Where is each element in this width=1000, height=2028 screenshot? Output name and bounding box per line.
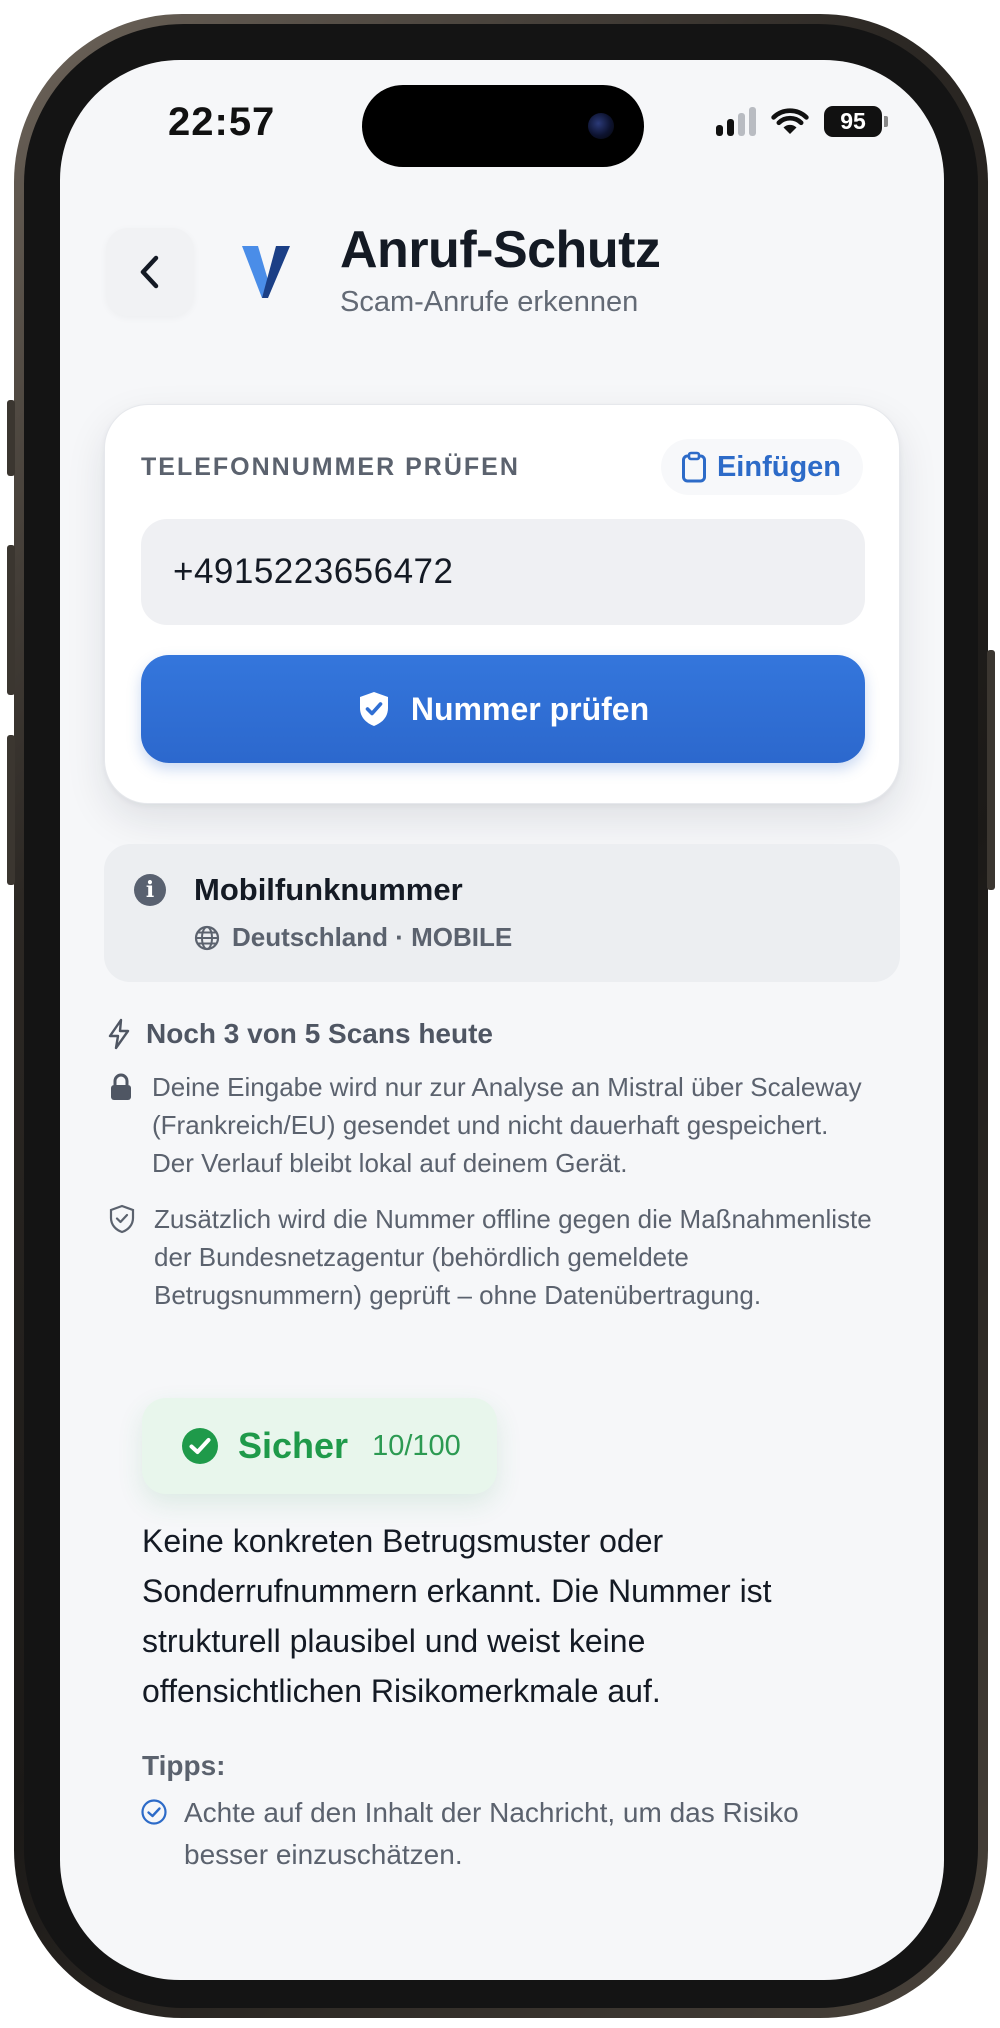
check-circle-outline-icon [141, 1799, 167, 1825]
scan-quota-text: Noch 3 von 5 Scans heute [146, 1018, 493, 1049]
volume-down-button [7, 735, 15, 885]
tip-item: Achte auf den Inhalt der Nachricht, um d… [140, 1792, 884, 1876]
check-circle-icon [182, 1428, 218, 1464]
front-camera [588, 113, 614, 139]
result-verdict: Sicher [238, 1425, 349, 1466]
battery-icon: 95 [824, 106, 888, 137]
risk-score: 10/100 [372, 1429, 461, 1462]
back-button[interactable] [106, 228, 194, 316]
check-button-label: Nummer prüfen [410, 690, 650, 727]
action-button [7, 400, 15, 476]
app-screen: 22:57 95 Anruf-Schutz Scam-Anrufe erkenn… [60, 60, 944, 1980]
paste-button[interactable]: Einfügen [660, 439, 863, 495]
chevron-left-icon [140, 255, 159, 289]
clipboard-icon [681, 451, 706, 483]
lightning-icon [108, 1018, 130, 1050]
status-icons: 95 [716, 106, 888, 137]
number-type: Mobilfunknummer [194, 872, 463, 907]
privacy-note-text: Deine Eingabe wird nur zur Analyse an Mi… [152, 1072, 862, 1178]
volume-up-button [7, 545, 15, 695]
info-icon: i [134, 874, 166, 906]
result-badge: Sicher 10/100 [142, 1398, 497, 1494]
number-check-card: TELEFONNUMMER PRÜFEN Einfügen Nummer prü… [104, 404, 900, 804]
check-number-button[interactable]: Nummer prüfen [141, 655, 865, 763]
cellular-signal-icon [716, 107, 756, 136]
shield-check-icon [359, 692, 388, 726]
number-origin-text: Deutschland · MOBILE [232, 922, 513, 952]
tip-text: Achte auf den Inhalt der Nachricht, um d… [184, 1797, 799, 1870]
status-time: 22:57 [168, 100, 276, 144]
page-subtitle: Scam-Anrufe erkennen [340, 286, 639, 318]
offline-check-note: Zusätzlich wird die Nummer offline gegen… [108, 1200, 874, 1314]
privacy-note: Deine Eingabe wird nur zur Analyse an Mi… [108, 1068, 872, 1182]
dynamic-island [362, 85, 644, 167]
tips-heading: Tipps: [142, 1750, 226, 1781]
v-logo-icon [242, 246, 290, 298]
card-label: TELEFONNUMMER PRÜFEN [141, 453, 520, 481]
phone-number-input[interactable] [141, 519, 865, 625]
page-title: Anruf-Schutz [340, 221, 661, 279]
wifi-icon [771, 108, 809, 134]
number-info-card: i Mobilfunknummer Deutschland · MOBILE [104, 844, 900, 982]
result-explanation: Keine konkreten Betrugsmuster oder Sonde… [142, 1523, 772, 1709]
scan-quota: Noch 3 von 5 Scans heute [106, 1018, 493, 1050]
shield-outline-icon [109, 1204, 135, 1234]
number-origin: Deutschland · MOBILE [194, 922, 512, 953]
offline-check-note-text: Zusätzlich wird die Nummer offline gegen… [154, 1204, 872, 1310]
power-button [987, 650, 995, 890]
lock-icon [111, 1073, 131, 1100]
globe-icon [194, 925, 220, 950]
paste-label: Einfügen [716, 450, 841, 483]
